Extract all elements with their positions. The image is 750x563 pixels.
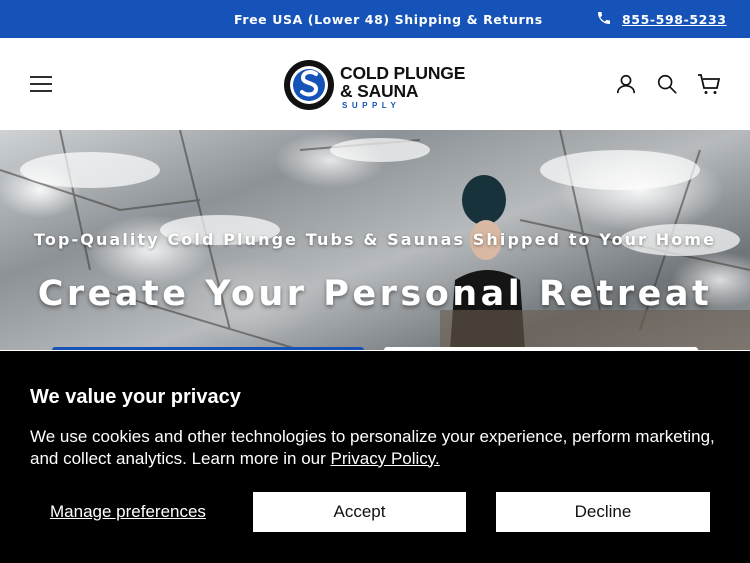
phone-icon	[596, 10, 612, 29]
decline-button[interactable]: Decline	[496, 492, 710, 532]
privacy-policy-link[interactable]: Privacy Policy.	[331, 449, 440, 468]
hero-primary-button[interactable]	[52, 347, 364, 350]
search-icon[interactable]	[655, 72, 679, 96]
menu-icon[interactable]	[28, 72, 54, 96]
account-icon[interactable]	[614, 72, 638, 96]
site-logo[interactable]: COLD PLUNGE & SAUNA SUPPLY	[282, 58, 472, 114]
shipping-announcement: Free USA (Lower 48) Shipping & Returns	[234, 12, 543, 27]
phone-link[interactable]: 855-598-5233	[622, 12, 727, 27]
phone-contact[interactable]: 855-598-5233	[596, 10, 727, 29]
hero-banner: Top-Quality Cold Plunge Tubs & Saunas Sh…	[0, 130, 750, 350]
manage-preferences-link[interactable]: Manage preferences	[50, 502, 206, 522]
cookie-body: We use cookies and other technologies to…	[30, 426, 730, 469]
announcement-bar: Free USA (Lower 48) Shipping & Returns 8…	[0, 0, 750, 38]
logo-text-line2: & SAUNA	[340, 81, 419, 101]
cart-icon[interactable]	[696, 72, 722, 96]
hero-title: Create Your Personal Retreat	[37, 274, 713, 314]
accept-button[interactable]: Accept	[253, 492, 466, 532]
logo-mark-icon	[284, 60, 334, 110]
hero-subtitle: Top-Quality Cold Plunge Tubs & Saunas Sh…	[33, 230, 717, 249]
cookie-consent-banner: We value your privacy We use cookies and…	[0, 351, 750, 563]
cookie-heading: We value your privacy	[30, 386, 241, 408]
hero-secondary-button[interactable]	[384, 347, 698, 350]
site-header: COLD PLUNGE & SAUNA SUPPLY	[0, 38, 750, 130]
logo-text-line3: SUPPLY	[342, 101, 401, 110]
